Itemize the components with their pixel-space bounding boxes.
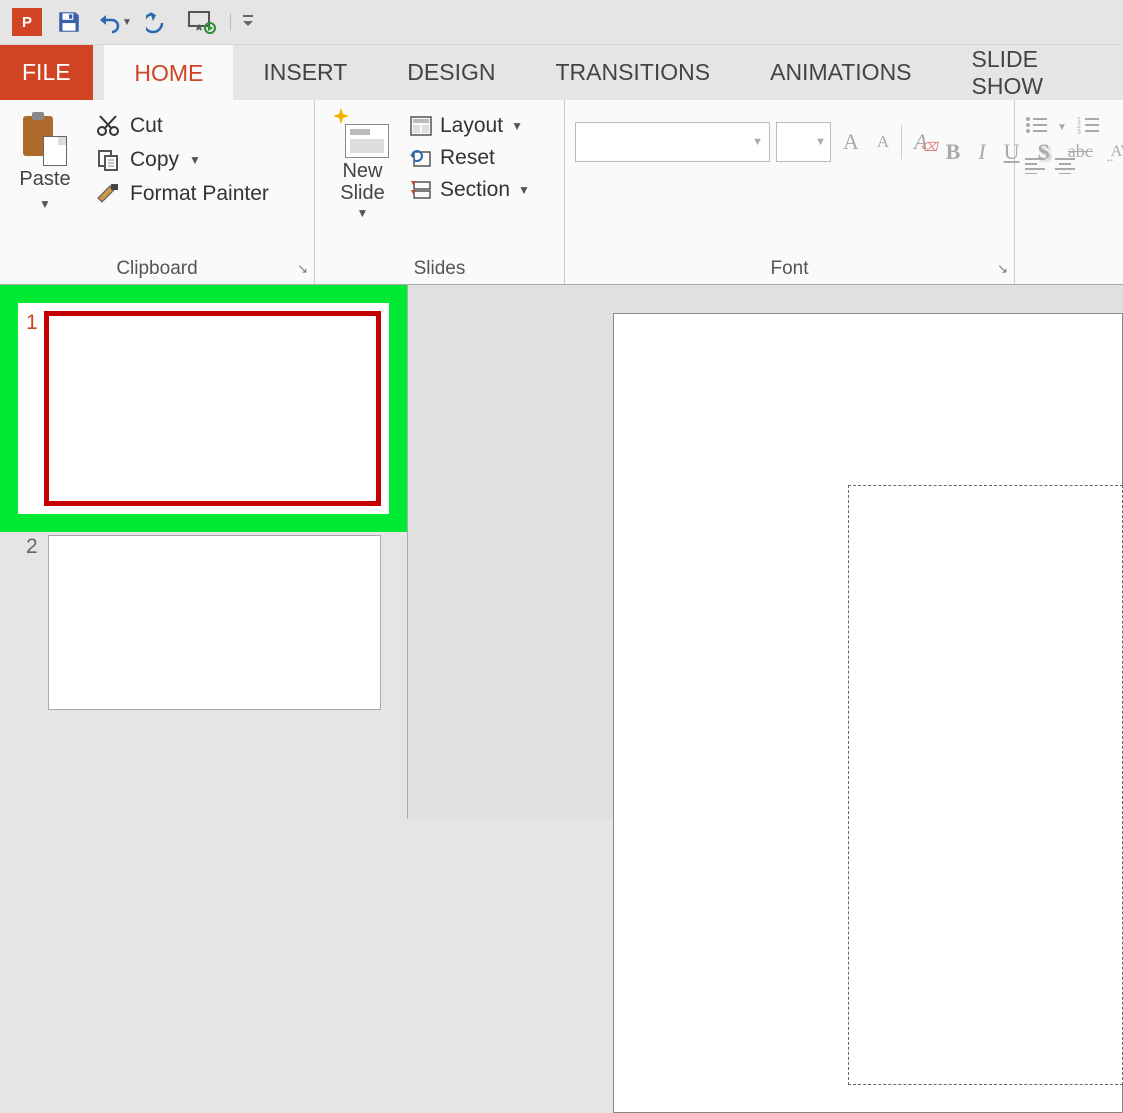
slide-2-preview — [48, 535, 381, 710]
paste-dropdown-icon[interactable]: ▼ — [39, 197, 51, 211]
tab-file[interactable]: FILE — [0, 45, 93, 100]
character-spacing-button[interactable]: AV↔▼ — [1105, 143, 1123, 161]
cut-label: Cut — [130, 114, 163, 138]
copy-label: Copy — [130, 148, 179, 172]
slide-edit-area[interactable] — [407, 285, 1123, 819]
save-button[interactable] — [56, 9, 82, 35]
tab-slideshow[interactable]: SLIDE SHOW — [942, 45, 1123, 100]
content-placeholder[interactable] — [848, 485, 1123, 1085]
font-size-combo[interactable]: ▼ — [776, 122, 831, 162]
save-icon — [56, 9, 82, 35]
align-center-button[interactable] — [1055, 154, 1075, 180]
undo-button[interactable]: ▼ — [96, 10, 132, 34]
ribbon: Paste ▼ Cut Copy ▼ Format Painter — [0, 100, 1123, 285]
paste-button[interactable]: Paste ▼ — [10, 106, 80, 211]
group-clipboard-label: Clipboard — [116, 258, 197, 280]
qat-customize-button[interactable] — [230, 13, 255, 31]
format-painter-label: Format Painter — [130, 182, 269, 206]
new-slide-icon — [337, 110, 389, 158]
layout-button[interactable]: Layout ▼ — [410, 114, 530, 138]
undo-dropdown-icon[interactable]: ▼ — [122, 17, 132, 28]
decrease-font-button[interactable]: A — [871, 132, 895, 152]
section-icon — [410, 180, 432, 200]
customize-icon — [241, 13, 255, 31]
bullets-icon — [1025, 116, 1047, 134]
bold-button[interactable]: B — [940, 139, 967, 165]
slide-thumbnail-pane: 1 2 — [0, 285, 407, 819]
layout-label: Layout — [440, 114, 503, 138]
cut-button[interactable]: Cut — [96, 114, 269, 138]
group-paragraph: ▼ 123 — [1015, 100, 1123, 284]
quick-access-toolbar: P ▼ — [0, 0, 1123, 45]
copy-dropdown-icon[interactable]: ▼ — [189, 153, 201, 167]
align-left-button[interactable] — [1025, 154, 1045, 180]
format-painter-icon — [96, 182, 120, 206]
tutorial-highlight: 1 — [0, 285, 407, 532]
slide-1-preview — [44, 311, 381, 506]
align-center-icon — [1055, 158, 1075, 174]
slide-thumbnail-2[interactable]: 2 — [0, 532, 407, 710]
present-icon — [188, 10, 216, 34]
undo-icon — [96, 10, 124, 34]
clear-formatting-button[interactable]: A⌫ — [908, 129, 933, 155]
numbering-button[interactable]: 123 — [1077, 114, 1099, 140]
layout-icon — [410, 116, 432, 136]
reset-label: Reset — [440, 146, 495, 170]
increase-font-button[interactable]: A — [837, 129, 865, 155]
tab-insert[interactable]: INSERT — [233, 45, 377, 100]
slide-thumbnail-1[interactable]: 1 — [18, 303, 389, 514]
slide-number-2: 2 — [26, 535, 40, 710]
format-painter-button[interactable]: Format Painter — [96, 182, 269, 206]
scissors-icon — [96, 114, 120, 138]
italic-button[interactable]: I — [972, 139, 991, 165]
svg-text:3: 3 — [1077, 129, 1081, 134]
ribbon-tabs: FILE HOME INSERT DESIGN TRANSITIONS ANIM… — [0, 45, 1123, 100]
group-font-label: Font — [770, 258, 808, 280]
redo-button[interactable] — [146, 10, 174, 34]
paste-label: Paste — [19, 168, 70, 191]
app-abbrev: P — [22, 14, 32, 31]
group-slides-label: Slides — [414, 258, 466, 280]
paste-icon — [23, 110, 67, 166]
font-name-combo[interactable]: ▼ — [575, 122, 770, 162]
section-label: Section — [440, 178, 510, 202]
section-dropdown-icon[interactable]: ▼ — [518, 183, 530, 197]
bullets-dropdown-icon[interactable]: ▼ — [1057, 122, 1067, 133]
new-slide-dropdown-icon[interactable]: ▼ — [357, 206, 369, 220]
separator — [901, 125, 902, 159]
powerpoint-app-icon: P — [12, 8, 42, 36]
reset-button[interactable]: Reset — [410, 146, 530, 170]
group-clipboard: Paste ▼ Cut Copy ▼ Format Painter — [0, 100, 315, 284]
work-area: 1 2 — [0, 285, 1123, 819]
redo-icon — [146, 10, 174, 34]
tab-home[interactable]: HOME — [104, 45, 233, 100]
copy-button[interactable]: Copy ▼ — [96, 148, 269, 172]
group-font: ▼ ▼ A A A⌫ B I U S abc AV↔▼ Aa▼ A▼ Font … — [565, 100, 1015, 284]
copy-icon — [96, 148, 120, 172]
new-slide-button[interactable]: New Slide ▼ — [325, 106, 400, 220]
slide-number-1: 1 — [26, 311, 40, 506]
section-button[interactable]: Section ▼ — [410, 178, 530, 202]
new-slide-label: New Slide — [340, 160, 384, 204]
tab-animations[interactable]: ANIMATIONS — [740, 45, 941, 100]
group-slides: New Slide ▼ Layout ▼ Reset Section ▼ — [315, 100, 565, 284]
align-left-icon — [1025, 158, 1045, 174]
bullets-button[interactable] — [1025, 114, 1047, 140]
font-launcher[interactable]: ↘ — [997, 261, 1008, 277]
layout-dropdown-icon[interactable]: ▼ — [511, 119, 523, 133]
reset-icon — [410, 148, 432, 168]
numbering-icon: 123 — [1077, 116, 1099, 134]
start-from-beginning-button[interactable] — [188, 10, 216, 34]
tab-design[interactable]: DESIGN — [377, 45, 525, 100]
clipboard-launcher[interactable]: ↘ — [297, 261, 308, 277]
tab-transitions[interactable]: TRANSITIONS — [525, 45, 740, 100]
